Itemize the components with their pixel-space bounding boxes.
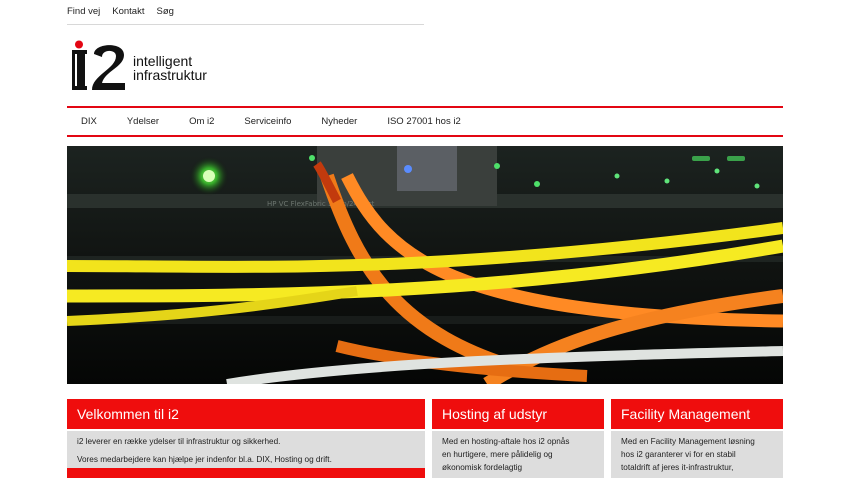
nav-item-nyheder[interactable]: Nyheder [321, 116, 357, 127]
logo-wordmark: intelligent infrastruktur [133, 54, 207, 82]
hosting-box[interactable]: Hosting af udstyr Med en hosting-aftale … [432, 399, 604, 478]
i2-logo-mark [72, 40, 125, 90]
facility-line2: hos i2 garanterer vi for en stabil [621, 450, 736, 459]
facility-body: Med en Facility Management løsning hos i… [611, 431, 783, 478]
welcome-red-bar [67, 468, 425, 478]
nav-item-ydelser[interactable]: Ydelser [127, 116, 159, 127]
hosting-line1: Med en hosting-aftale hos i2 opnås [442, 437, 570, 446]
hosting-body: Med en hosting-aftale hos i2 opnås en hu… [432, 431, 604, 478]
logo-line1: intelligent [133, 53, 193, 69]
facility-box[interactable]: Facility Management Med en Facility Mana… [611, 399, 783, 478]
hosting-line2: en hurtigere, mere pålidelig og [442, 450, 553, 459]
kontakt-link[interactable]: Kontakt [112, 6, 144, 24]
main-nav: DIX Ydelser Om i2 Serviceinfo Nyheder IS… [67, 106, 783, 137]
sog-link[interactable]: Søg [156, 6, 173, 24]
logo-line2: infrastruktur [133, 67, 207, 83]
facility-title[interactable]: Facility Management [611, 399, 783, 429]
welcome-box: Velkommen til i2 i2 leverer en række yde… [67, 399, 425, 478]
welcome-line2: Vores medarbejdere kan hjælpe jer indenf… [77, 455, 332, 464]
logo[interactable]: intelligent infrastruktur [72, 40, 207, 90]
hero-image: HP VC FlexFabric 10Gb/24-Port [67, 146, 783, 384]
hosting-title[interactable]: Hosting af udstyr [432, 399, 604, 429]
facility-line1: Med en Facility Management løsning [621, 437, 755, 446]
nav-item-serviceinfo[interactable]: Serviceinfo [244, 116, 291, 127]
nav-item-dix[interactable]: DIX [81, 116, 97, 127]
find-vej-link[interactable]: Find vej [67, 6, 100, 24]
welcome-line1: i2 leverer en række ydelser til infrastr… [77, 437, 281, 446]
welcome-title: Velkommen til i2 [67, 399, 425, 429]
nav-item-iso-27001[interactable]: ISO 27001 hos i2 [387, 116, 460, 127]
facility-line3: totaldrift af jeres it-infrastruktur, [621, 463, 734, 472]
nav-item-om-i2[interactable]: Om i2 [189, 116, 214, 127]
top-links: Find vej Kontakt Søg [67, 6, 424, 25]
hosting-line3: økonomisk fordelagtig [442, 463, 523, 472]
